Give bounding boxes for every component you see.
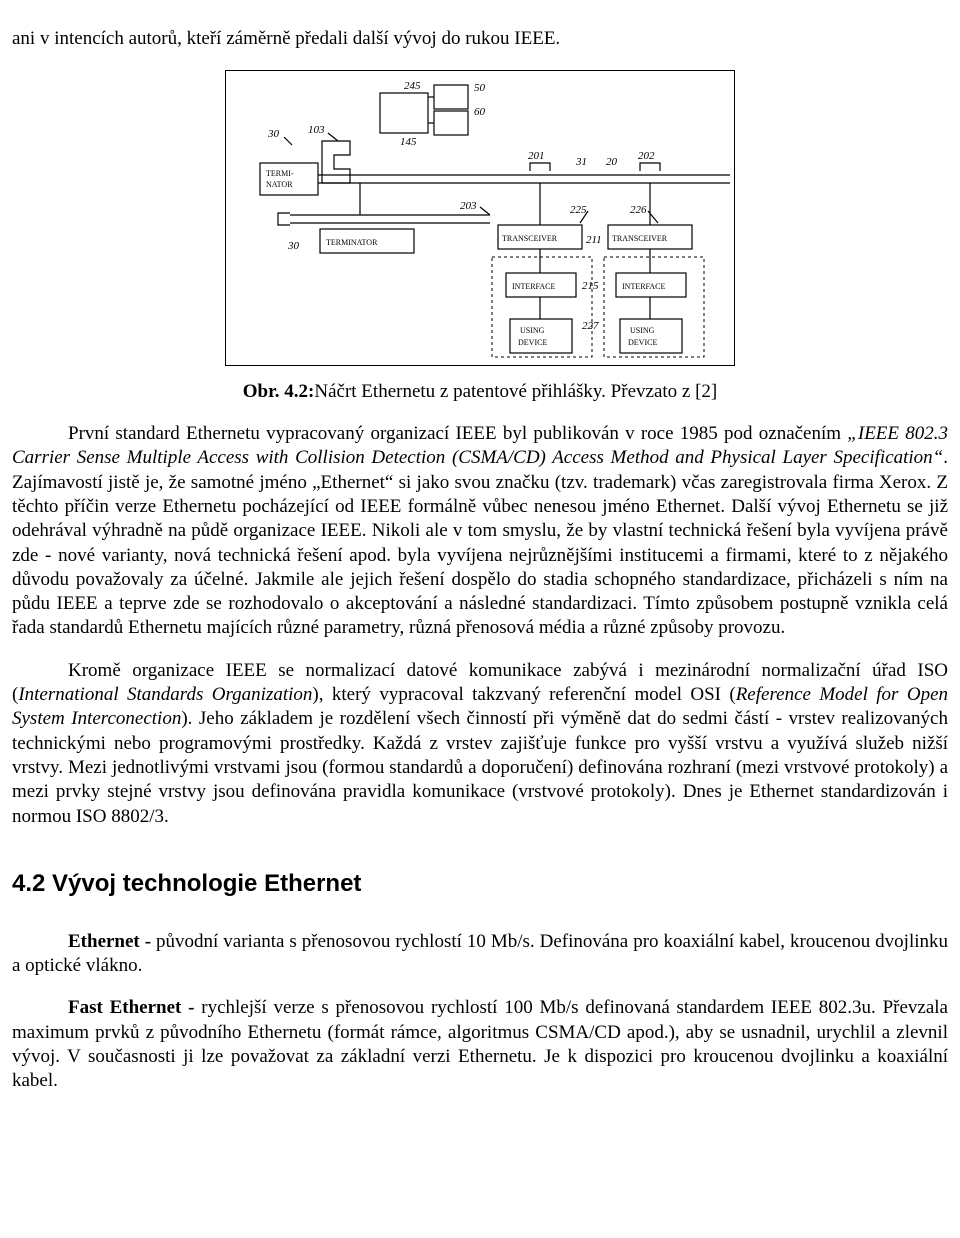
svg-text:TERMINATOR: TERMINATOR — [326, 238, 378, 247]
caption-prefix: Obr. 4.2: — [243, 381, 315, 402]
figure-frame: .ln { stroke:#000; stroke-width:1.2; fil… — [225, 70, 735, 366]
svg-text:TRANSCEIVER: TRANSCEIVER — [502, 234, 558, 243]
svg-text:USING: USING — [630, 326, 655, 335]
svg-text:226: 226 — [630, 204, 647, 216]
caption-text: Náčrt Ethernetu z patentové přihlášky. P… — [314, 381, 717, 402]
continuation-line: ani v intencích autorů, kteří záměrně př… — [12, 27, 948, 51]
svg-text:USING: USING — [520, 326, 545, 335]
svg-text:30: 30 — [287, 240, 300, 252]
ethernet-patent-diagram: .ln { stroke:#000; stroke-width:1.2; fil… — [230, 75, 730, 361]
section-heading: 4.2 Vývoj technologie Ethernet — [12, 869, 948, 900]
p2-c: ), který vypracoval takzvaný referenční … — [312, 684, 735, 705]
svg-text:227: 227 — [582, 320, 599, 332]
svg-text:215: 215 — [582, 280, 599, 292]
svg-text:202: 202 — [638, 150, 655, 162]
svg-text:20: 20 — [606, 156, 618, 168]
svg-text:30: 30 — [267, 128, 280, 140]
p1-a: První standard Ethernetu vypracovaný org… — [68, 423, 847, 444]
figure-container: .ln { stroke:#000; stroke-width:1.2; fil… — [12, 70, 948, 373]
paragraph-4: Fast Ethernet - rychlejší verze s přenos… — [12, 996, 948, 1093]
p3-bold: Ethernet - — [68, 931, 156, 952]
svg-text:DEVICE: DEVICE — [628, 338, 657, 347]
svg-text:INTERFACE: INTERFACE — [512, 282, 556, 291]
svg-text:211: 211 — [586, 234, 602, 246]
svg-text:225: 225 — [570, 204, 587, 216]
paragraph-1: První standard Ethernetu vypracovaný org… — [12, 422, 948, 641]
svg-text:DEVICE: DEVICE — [518, 338, 547, 347]
svg-text:203: 203 — [460, 200, 477, 212]
svg-text:201: 201 — [528, 150, 545, 162]
svg-text:60: 60 — [474, 106, 486, 118]
svg-text:INTERFACE: INTERFACE — [622, 282, 666, 291]
svg-text:245: 245 — [404, 80, 421, 92]
paragraph-3: Ethernet - původní varianta s přenosovou… — [12, 930, 948, 979]
svg-text:TRANSCEIVER: TRANSCEIVER — [612, 234, 668, 243]
figure-caption: Obr. 4.2:Náčrt Ethernetu z patentové při… — [12, 380, 948, 404]
svg-text:145: 145 — [400, 136, 417, 148]
p4-bold: Fast Ethernet - — [68, 997, 201, 1018]
p1-c: . Zajímavostí jistě je, že samotné jméno… — [12, 447, 948, 638]
svg-text:NATOR: NATOR — [266, 180, 293, 189]
paragraph-2: Kromě organizace IEEE se normalizací dat… — [12, 659, 948, 829]
svg-text:103: 103 — [308, 124, 325, 136]
p2-italic-1: International Standards Organization — [18, 684, 312, 705]
svg-text:50: 50 — [474, 82, 486, 94]
svg-text:TERMI-: TERMI- — [266, 169, 294, 178]
svg-text:31: 31 — [575, 156, 587, 168]
